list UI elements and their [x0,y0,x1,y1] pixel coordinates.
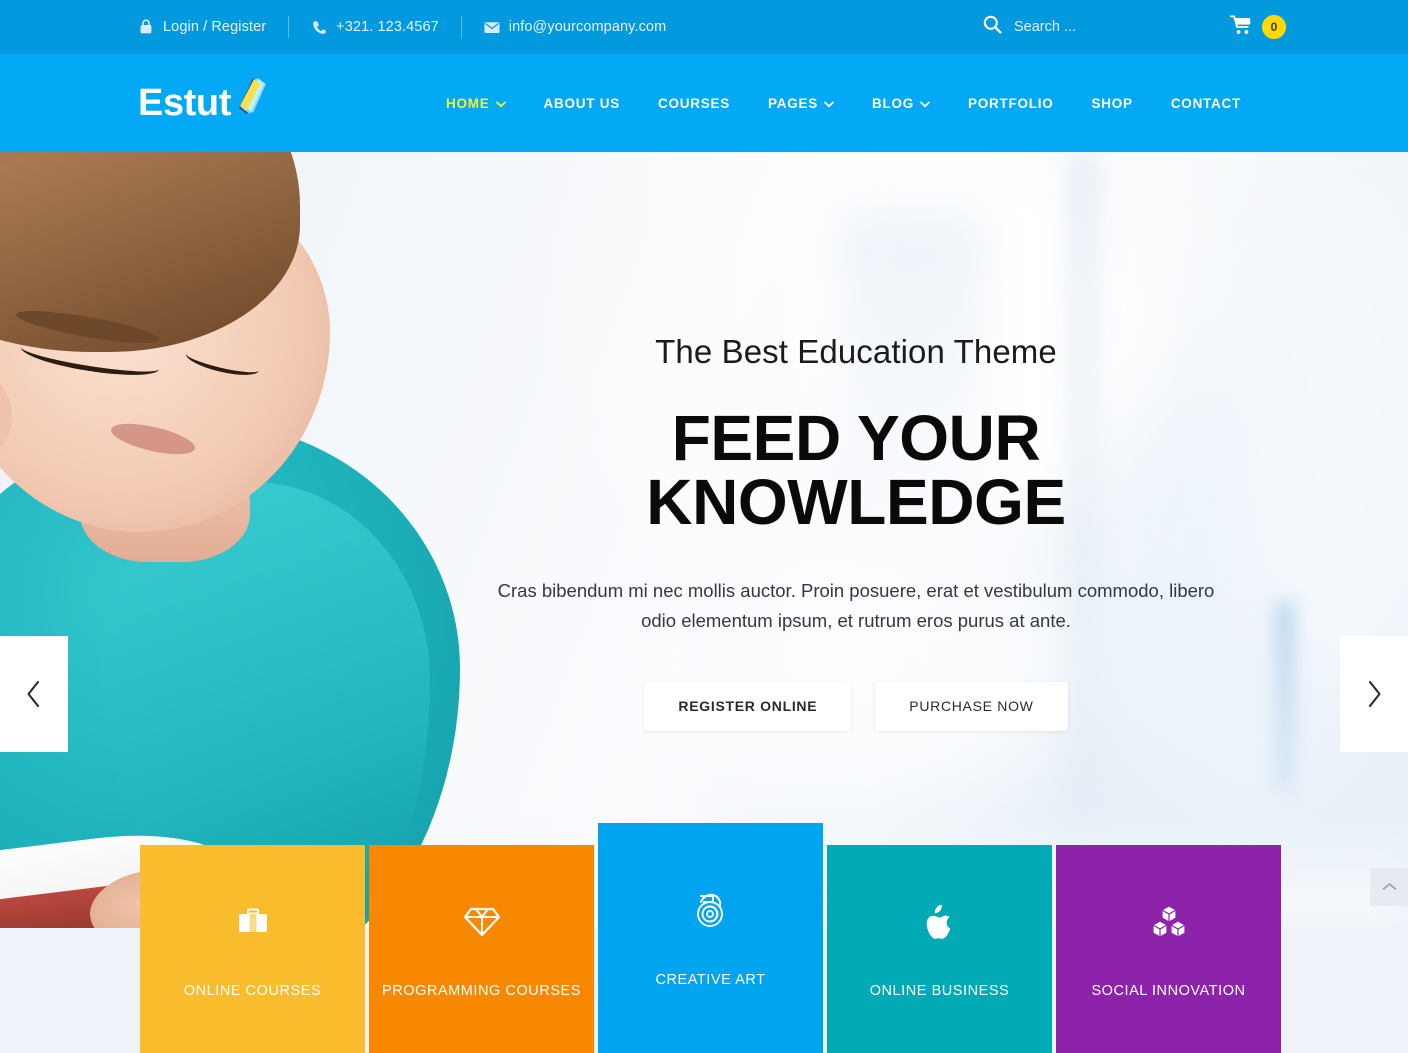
nav-item-pages[interactable]: PAGES [749,96,853,111]
main-header: Estut HOME ABOUT US COURSES PAGES BLOG P… [0,54,1408,152]
nav-item-portfolio[interactable]: PORTFOLIO [949,96,1073,111]
nav-label: HOME [446,95,490,111]
nav-label: PAGES [768,95,819,111]
phone-label: +321. 123.4567 [336,19,439,35]
purchase-now-button[interactable]: PURCHASE NOW [875,681,1068,731]
chevron-up-icon [1382,878,1397,896]
nav-item-about-us[interactable]: ABOUT US [525,96,640,111]
nav-item-home[interactable]: HOME [427,96,525,111]
phone-icon [311,19,327,35]
hero-cta-group: REGISTER ONLINE PURCHASE NOW [492,681,1220,731]
login-register-link[interactable]: Login / Register [138,19,266,35]
hero-slider: The Best Education Theme FEED YOUR KNOWL… [0,152,1408,928]
nav-label: BLOG [872,95,915,111]
topbar-actions: 0 [983,0,1408,54]
category-card-row: ONLINE COURSES PROGRAMMING COURSES CREAT… [140,823,1281,1053]
fingerprint-icon [695,888,727,934]
category-card-social-innovation[interactable]: SOCIAL INNOVATION [1056,845,1281,1053]
category-label: ONLINE COURSES [183,983,322,999]
category-label: ONLINE BUSINESS [869,983,1010,999]
category-label: SOCIAL INNOVATION [1091,983,1246,999]
slider-next-button[interactable] [1340,636,1408,752]
chevron-right-icon [1366,680,1382,708]
page-root: Login / Register +321. 123.4567 info@you… [0,0,1408,1053]
cart-button[interactable]: 0 [1229,15,1286,40]
book-logo-icon [233,74,273,123]
chevron-down-icon [920,96,930,111]
nav-label: ABOUT US [543,95,621,111]
category-card-online-courses[interactable]: ONLINE COURSES [140,845,365,1053]
topbar-contact-group: Login / Register +321. 123.4567 info@you… [138,16,666,38]
register-online-button[interactable]: REGISTER ONLINE [644,681,852,731]
topbar-divider-2 [460,16,462,38]
nav-label: PORTFOLIO [968,95,1054,111]
nav-item-courses[interactable]: COURSES [639,96,749,111]
email-label: info@yourcompany.com [508,19,667,35]
site-logo[interactable]: Estut [138,77,273,124]
login-register-label: Login / Register [163,19,267,35]
search-icon[interactable] [983,15,1002,39]
main-navigation: HOME ABOUT US COURSES PAGES BLOG PORTFOL… [427,96,1260,111]
cubes-icon [1150,899,1188,945]
hero-title: FEED YOUR KNOWLEDGE [646,401,1066,538]
cart-count-badge: 0 [1262,15,1286,39]
diamond-icon [463,899,501,945]
nav-label: CONTACT [1170,95,1242,111]
nav-item-shop[interactable]: SHOP [1073,96,1152,111]
chevron-down-icon [495,96,506,111]
envelope-icon [484,19,500,35]
nav-item-blog[interactable]: BLOG [853,96,949,111]
hero-description: Cras bibendum mi nec mollis auctor. Proi… [497,579,1215,631]
briefcase-icon [236,899,270,945]
nav-item-contact[interactable]: CONTACT [1152,96,1260,111]
phone-link[interactable]: +321. 123.4567 [311,19,439,35]
nav-label: SHOP [1091,95,1133,111]
cart-icon[interactable] [1229,15,1253,40]
lock-icon [138,19,154,35]
hero-content: The Best Education Theme FEED YOUR KNOWL… [492,332,1220,731]
category-card-programming-courses[interactable]: PROGRAMMING COURSES [369,845,594,1053]
category-card-creative-art[interactable]: CREATIVE ART [598,823,823,1053]
hero-subtitle: The Best Education Theme [655,333,1057,370]
slider-prev-button[interactable] [0,636,68,752]
back-to-top-button[interactable] [1370,868,1408,906]
nav-label: COURSES [658,95,731,111]
apple-icon [925,899,955,945]
category-label: PROGRAMMING COURSES [382,983,581,999]
chevron-left-icon [26,680,42,708]
category-label: CREATIVE ART [655,972,766,988]
search-input[interactable] [1014,19,1164,35]
email-link[interactable]: info@yourcompany.com [484,19,667,35]
logo-text: Estut [138,82,232,124]
top-utility-bar: Login / Register +321. 123.4567 info@you… [0,0,1408,54]
search-box[interactable] [983,15,1164,39]
category-card-online-business[interactable]: ONLINE BUSINESS [827,845,1052,1053]
topbar-divider-1 [288,16,290,38]
chevron-down-icon [824,96,834,111]
